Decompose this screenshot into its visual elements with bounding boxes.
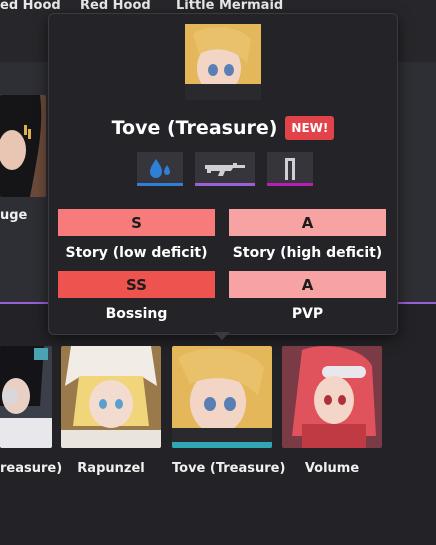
top-card-name-3[interactable]: Little Mermaid: [176, 0, 283, 13]
top-card-name-1[interactable]: ed Hood: [0, 0, 61, 13]
weapon-bar: [195, 183, 255, 186]
character-card-tove-treasure[interactable]: [172, 346, 272, 448]
character-name-1[interactable]: reasure): [0, 461, 62, 476]
burst-icon: [267, 152, 313, 186]
popup-arrow: [214, 332, 230, 340]
character-card-rapunzel[interactable]: [61, 346, 161, 448]
story-high-deficit-grade: A: [229, 209, 386, 236]
character-name-rapunzel[interactable]: Rapunzel: [61, 461, 161, 476]
popup-character-name: Tove (Treasure): [111, 117, 278, 139]
pvp-label: PVP: [291, 306, 324, 322]
bossing-label: Bossing: [105, 306, 168, 322]
burst-bar: [267, 183, 313, 186]
character-name-tove-treasure[interactable]: Tove (Treasure): [172, 461, 285, 476]
character-name-volume[interactable]: Volume: [282, 461, 382, 476]
assault-rifle-icon: [195, 152, 255, 186]
character-card-1[interactable]: [0, 346, 52, 448]
new-badge: NEW!: [285, 116, 335, 140]
character-detail-popup: Tove (Treasure) NEW! S A Story (low defi…: [48, 13, 398, 335]
character-name-partial: uge: [0, 208, 28, 223]
bossing-grade: SS: [58, 271, 215, 298]
popup-title-row: Tove (Treasure) NEW!: [49, 114, 397, 142]
pvp-grade: A: [229, 271, 386, 298]
water-element-icon: [137, 152, 183, 186]
story-high-deficit-label: Story (high deficit): [232, 245, 383, 261]
top-card-name-2[interactable]: Red Hood: [80, 0, 151, 13]
attribute-icons: [137, 152, 313, 186]
element-bar: [137, 183, 183, 186]
character-card-volume[interactable]: [282, 346, 382, 448]
popup-character-avatar: [185, 24, 261, 100]
story-low-deficit-grade: S: [58, 209, 215, 236]
story-low-deficit-label: Story (low deficit): [65, 245, 208, 261]
character-portrait-partial[interactable]: [0, 95, 46, 197]
